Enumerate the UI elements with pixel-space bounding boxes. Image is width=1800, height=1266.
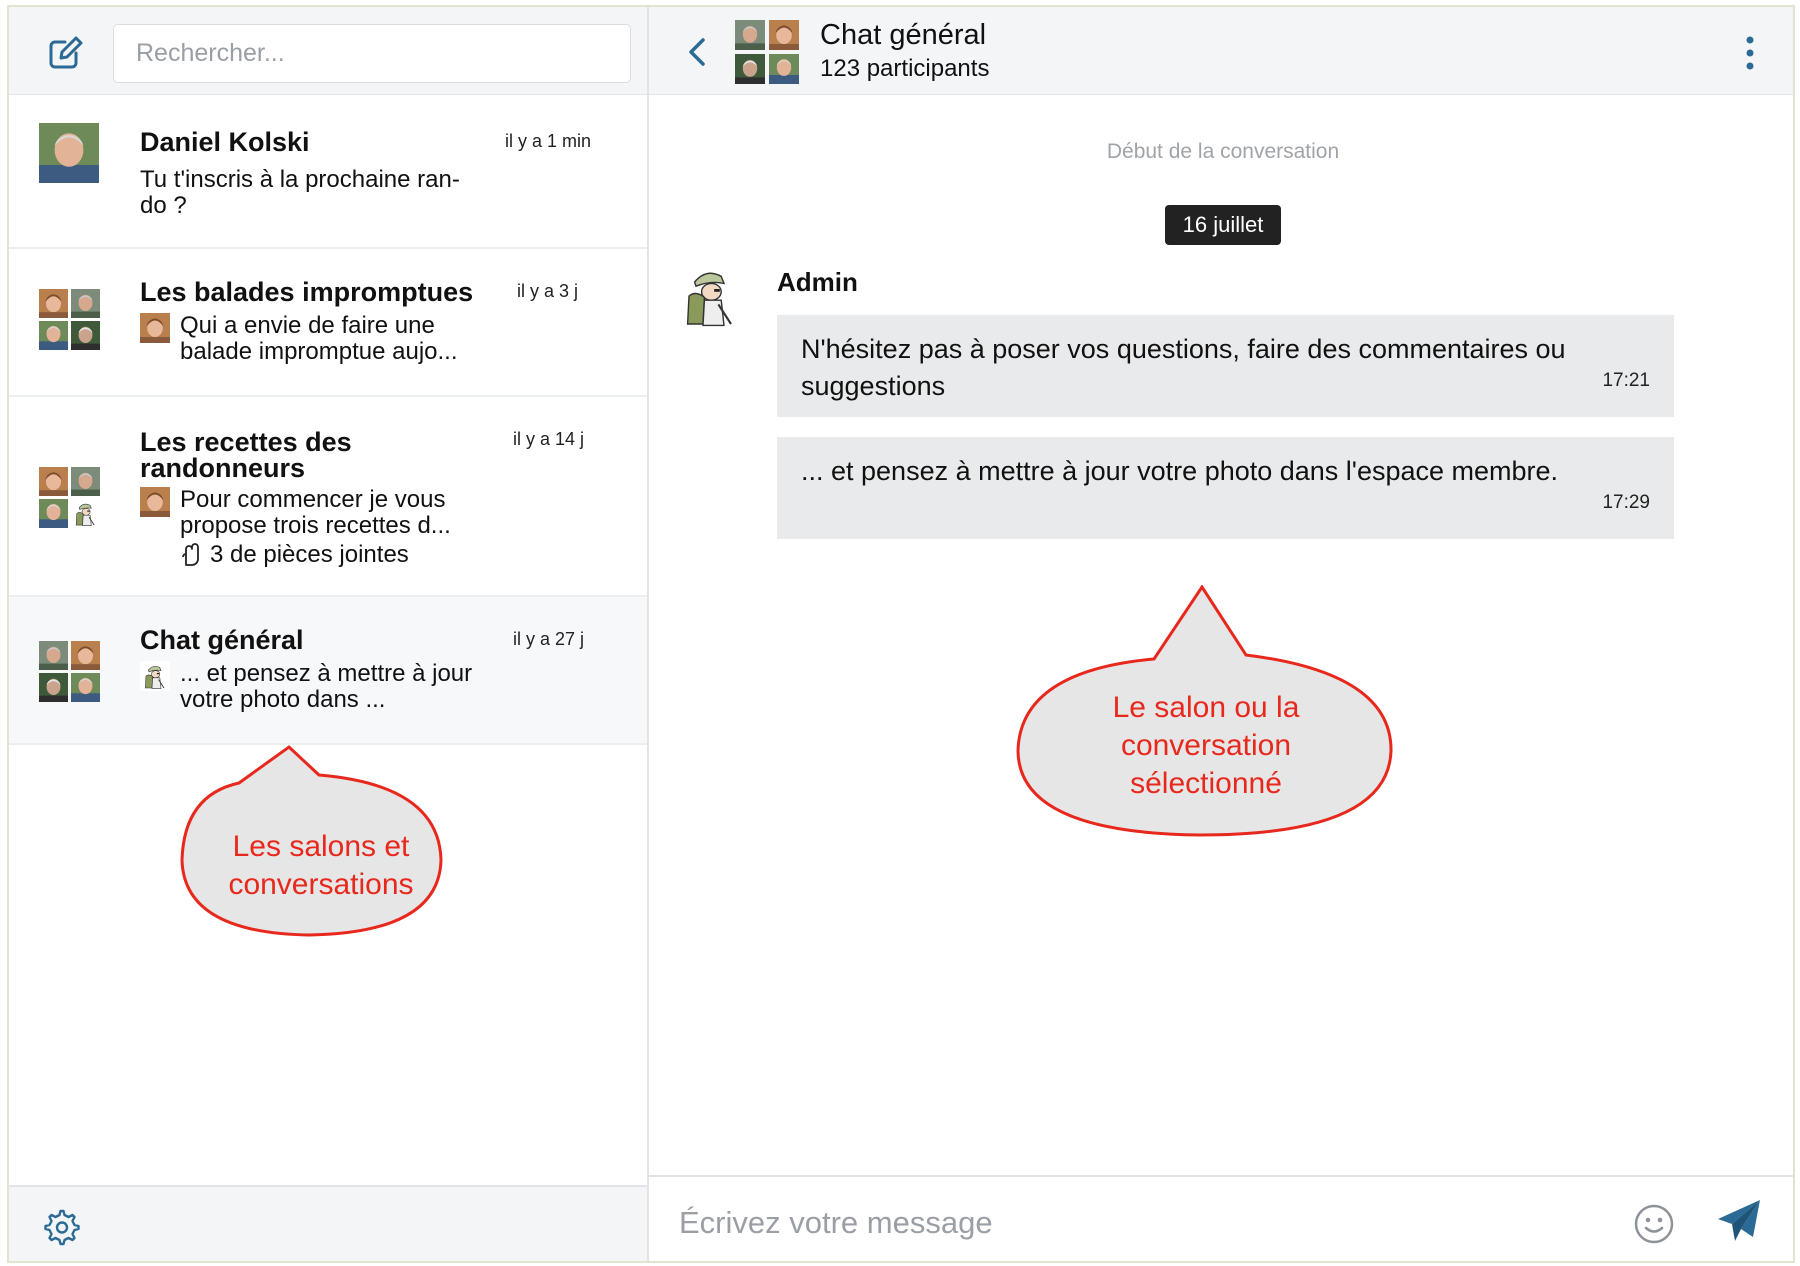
conversation-start-label: Début de la conversation <box>1106 140 1340 163</box>
chat-app: Chat général 123 participants Daniel Kol… <box>7 5 1795 1263</box>
sidebar-footer <box>9 1185 649 1261</box>
conversation-time: il y a 27 j <box>513 629 585 649</box>
send-icon[interactable] <box>1715 1197 1763 1245</box>
conversation-title: Chat général <box>140 625 304 655</box>
conversation-item[interactable]: Les recettes des randonneurs il y a 14 j… <box>9 397 647 597</box>
sender-avatar <box>140 487 170 517</box>
attachment-icon <box>182 543 199 566</box>
settings-gear-icon[interactable] <box>43 1209 81 1247</box>
chat-title: Chat général <box>820 19 987 51</box>
chat-header: Chat général 123 participants <box>649 7 1793 95</box>
compose-icon[interactable] <box>45 33 85 73</box>
conversation-title: Les recettes des randonneurs <box>140 427 352 483</box>
message-input[interactable] <box>679 1195 1609 1251</box>
annotation-text-left: Les salons et conversations <box>228 830 414 901</box>
sender-avatar <box>140 313 170 343</box>
conversation-time: il y a 1 min <box>505 131 592 151</box>
message-composer <box>649 1175 1793 1261</box>
conversation-preview: Tu t'inscris à la prochaine ran-do ? <box>140 166 460 219</box>
conversation-title: Daniel Kolski <box>140 127 310 157</box>
sender-avatar <box>140 661 170 691</box>
chat-panel: Début de la conversation 16 juillet Admi… <box>649 95 1793 1177</box>
group-avatar <box>734 19 800 85</box>
group-avatar <box>39 641 100 702</box>
sender-name: Admin <box>777 267 858 297</box>
participants-count: 123 participants <box>820 55 990 82</box>
annotation-text-right: Le salon ou la conversation sélectionné <box>1112 691 1300 800</box>
conversation-item[interactable]: Les balades impromptues il y a 3 j Qui a… <box>9 249 647 397</box>
message-text: N'hésitez pas à poser vos questions, fai… <box>801 334 1566 401</box>
message-bubble: N'hésitez pas à poser vos questions, fai… <box>777 315 1674 417</box>
conversation-item[interactable]: Daniel Kolski il y a 1 min Tu t'inscris … <box>9 95 647 249</box>
message-time: 17:21 <box>1602 370 1650 391</box>
emoji-icon[interactable] <box>1633 1203 1675 1245</box>
message-time: 17:29 <box>1602 492 1650 513</box>
message-bubble: ... et pensez à mettre à jour votre phot… <box>777 437 1674 539</box>
back-chevron-icon[interactable] <box>683 35 713 69</box>
message-text: ... et pensez à mettre à jour votre phot… <box>801 456 1559 486</box>
conversation-item-selected[interactable]: Chat général il y a 27 j ... et pensez à… <box>9 597 647 745</box>
group-avatar <box>39 289 100 350</box>
conversation-preview: Qui a envie de faire une balade imprompt… <box>180 312 458 365</box>
conversation-time: il y a 14 j <box>513 429 585 449</box>
date-separator: 16 juillet <box>1165 205 1281 245</box>
conversation-time: il y a 3 j <box>517 281 579 301</box>
more-options-icon[interactable] <box>1743 33 1757 73</box>
attachments-count: 3 de pièces jointes <box>210 541 409 568</box>
conversation-title: Les balades impromptues <box>140 277 474 307</box>
conversation-preview: ... et pensez à mettre à jour votre phot… <box>180 660 473 713</box>
search-input[interactable] <box>113 24 631 83</box>
conversation-list: Daniel Kolski il y a 1 min Tu t'inscris … <box>9 95 649 1185</box>
conversation-preview: Pour commencer je vous propose trois rec… <box>180 486 451 539</box>
admin-avatar <box>675 259 745 333</box>
avatar <box>39 123 99 183</box>
sidebar-header <box>9 7 649 95</box>
group-avatar <box>39 467 100 528</box>
